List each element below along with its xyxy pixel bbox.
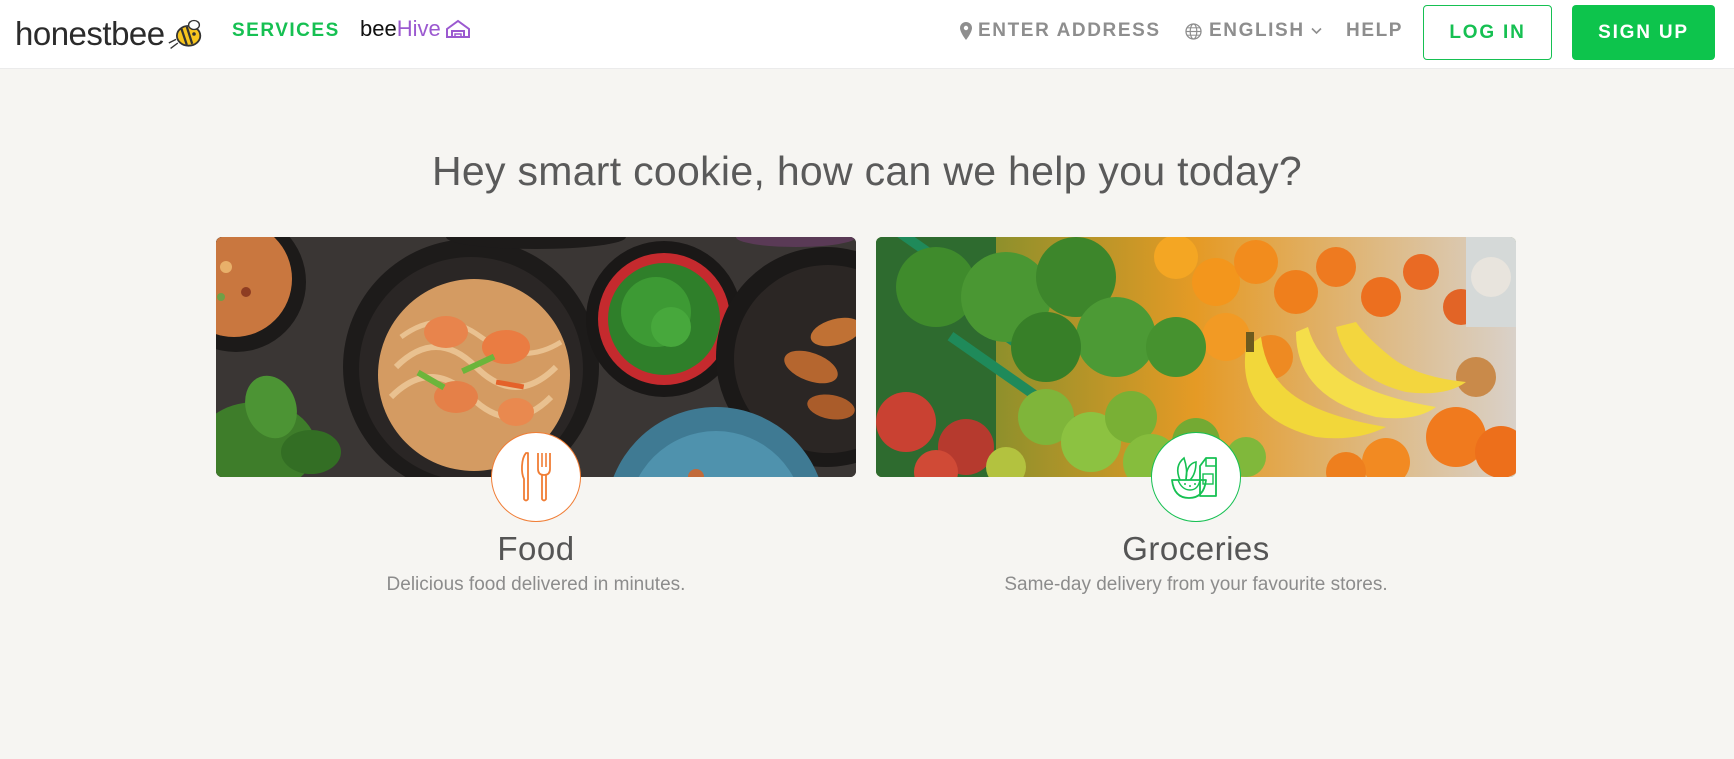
language-selector[interactable]: ENGLISH xyxy=(1185,20,1322,42)
cutlery-icon xyxy=(521,452,551,502)
groceries-category-badge[interactable] xyxy=(1151,432,1241,522)
login-button[interactable]: LOG IN xyxy=(1423,5,1552,60)
signup-button[interactable]: SIGN UP xyxy=(1572,5,1715,60)
help-link[interactable]: HELP xyxy=(1346,20,1403,42)
honestbee-logo[interactable]: honestbee xyxy=(15,14,203,54)
beehive-label-hive: Hive xyxy=(396,16,441,41)
nav-services[interactable]: SERVICES xyxy=(232,20,340,42)
groceries-icon xyxy=(1171,456,1217,499)
beehive-label-bee: bee xyxy=(360,16,397,41)
top-nav-bar: honestbee SERVICES bee Hive ENTER ADDRESS xyxy=(0,0,1734,69)
food-card-description: Delicious food delivered in minutes. xyxy=(386,574,686,595)
language-label: ENGLISH xyxy=(1209,20,1305,41)
page-headline: Hey smart cookie, how can we help you to… xyxy=(431,148,1303,194)
nav-beehive[interactable]: bee Hive xyxy=(360,16,471,42)
logo-text: honestbee xyxy=(15,15,165,52)
groceries-card-title[interactable]: Groceries xyxy=(876,530,1516,568)
groceries-card-description: Same-day delivery from your favourite st… xyxy=(1004,574,1388,595)
chevron-down-icon xyxy=(1311,27,1322,35)
enter-address-link[interactable]: ENTER ADDRESS xyxy=(960,20,1161,42)
enter-address-label: ENTER ADDRESS xyxy=(978,20,1161,41)
globe-icon xyxy=(1185,22,1202,40)
hive-house-icon xyxy=(445,19,470,38)
location-pin-icon xyxy=(960,22,972,40)
bee-mascot-icon xyxy=(168,19,201,49)
food-card-title[interactable]: Food xyxy=(216,530,856,568)
food-category-badge[interactable] xyxy=(491,432,581,522)
